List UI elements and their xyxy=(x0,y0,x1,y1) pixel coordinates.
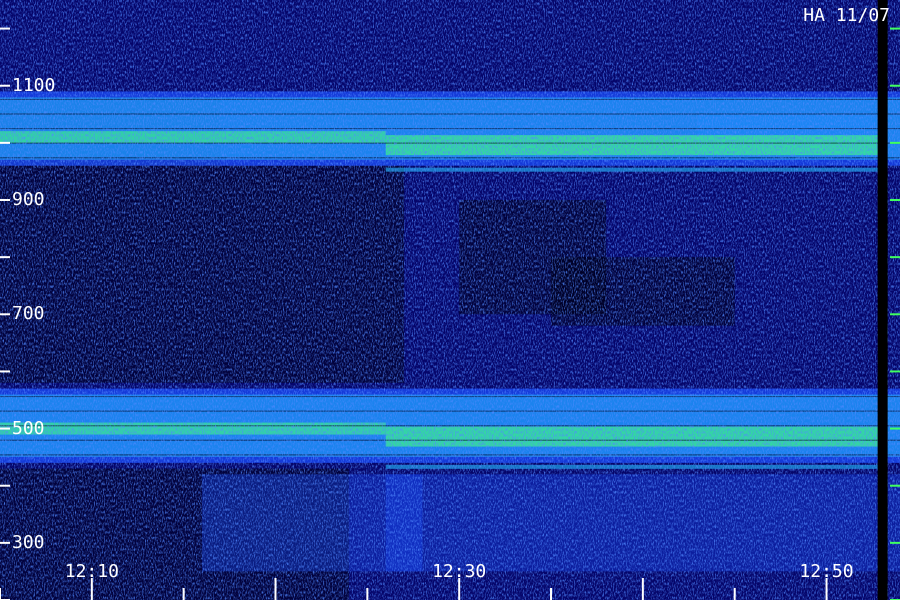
spectrogram-chart: HA 11/07 1100 900 700 500 300 12:10 12:30 12:5… xyxy=(0,0,900,600)
y-tick-label: 300 xyxy=(12,531,45,553)
y-tick-label: 500 xyxy=(12,417,45,439)
data-gap-strip xyxy=(877,0,888,600)
spectrogram-plot xyxy=(0,0,900,600)
data-gap xyxy=(877,0,888,600)
y-tick-label: 1100 xyxy=(12,74,56,96)
y-tick-label: 700 xyxy=(12,303,45,325)
x-tick-label: 12:30 xyxy=(432,561,487,582)
chart-title: HA 11/07 xyxy=(803,5,890,26)
x-tick-label: 12:10 xyxy=(64,561,119,582)
noise-overlay xyxy=(0,0,900,600)
y-tick-label: 900 xyxy=(12,189,45,210)
x-tick-label: 12:50 xyxy=(799,561,854,582)
